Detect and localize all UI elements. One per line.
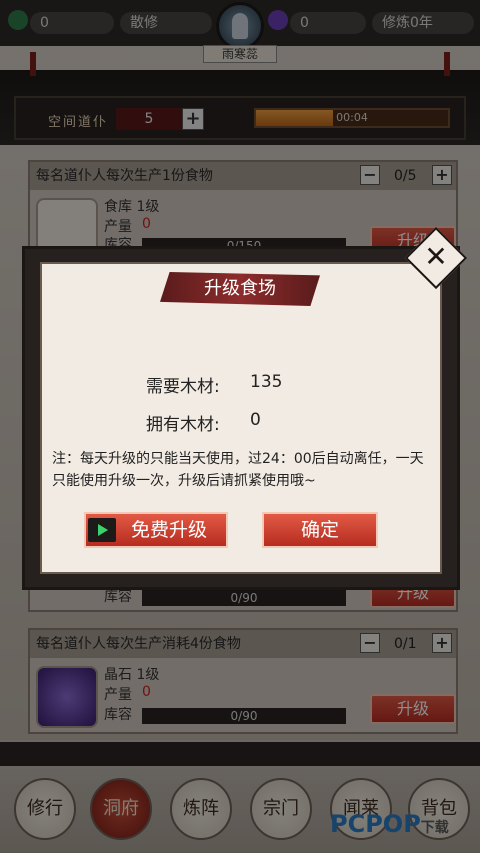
video-play-icon <box>88 518 116 542</box>
need-wood-value: 135 <box>250 372 283 392</box>
have-wood-label: 拥有木材: <box>146 415 220 435</box>
upgrade-note: 注：每天升级的只能当天使用，过24：00后自动离任，一天只能使用升级一次，升级后… <box>52 451 424 489</box>
close-icon[interactable]: ✕ <box>414 236 458 280</box>
need-wood-label: 需要木材: <box>146 377 220 397</box>
have-wood-value: 0 <box>250 410 261 430</box>
confirm-button[interactable]: 确定 <box>262 512 378 548</box>
dialog-title: 升级食场 <box>204 278 276 299</box>
